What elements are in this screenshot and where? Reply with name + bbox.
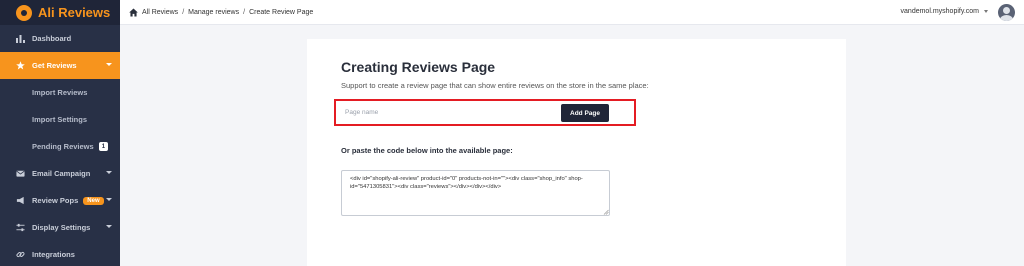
page-name-input[interactable] [341, 104, 557, 121]
sidebar-item-label: Integrations [32, 250, 75, 259]
sidebar-item-label: Pending Reviews [32, 142, 94, 151]
sidebar-item-get-reviews[interactable]: Get Reviews [0, 52, 120, 79]
sidebar-item-label: Import Settings [32, 115, 88, 124]
envelope-icon [16, 169, 25, 178]
sidebar-item-integrations[interactable]: Integrations [0, 241, 120, 266]
breadcrumb-current-page: Create Review Page [249, 8, 314, 16]
chevron-down-icon [106, 225, 112, 228]
megaphone-icon [16, 196, 25, 205]
sidebar-item-label: Review Pops [32, 196, 79, 205]
chevron-down-icon [106, 198, 112, 201]
chevron-down-icon [106, 63, 112, 66]
sidebar-item-email-campaign[interactable]: Email Campaign [0, 160, 120, 187]
avatar[interactable] [998, 4, 1015, 21]
home-icon[interactable] [129, 7, 138, 17]
breadcrumb-separator: / [243, 8, 246, 16]
chevron-down-icon [984, 10, 988, 13]
create-review-page-card: Creating Reviews Page Support to create … [307, 39, 846, 266]
sidebar-item-label: Email Campaign [32, 169, 91, 178]
paste-code-label: Or paste the code below into the availab… [341, 146, 513, 155]
sidebar-item-label: Display Settings [32, 223, 91, 232]
page-description: Support to create a review page that can… [341, 81, 649, 90]
resize-handle-icon[interactable] [603, 209, 609, 215]
embed-code-textarea[interactable]: <div id="shopify-ali-review" product-id=… [341, 170, 610, 216]
breadcrumb-manage-reviews[interactable]: Manage reviews [188, 9, 239, 16]
account-menu[interactable]: vandemol.myshopify.com [901, 8, 988, 15]
breadcrumb: All Reviews / Manage reviews / Create Re… [129, 7, 314, 17]
sidebar-item-import-settings[interactable]: Import Settings [0, 106, 120, 133]
breadcrumb-separator: / [182, 8, 185, 16]
link-icon [16, 250, 25, 259]
top-bar: All Reviews / Manage reviews / Create Re… [120, 0, 1024, 25]
sidebar-item-label: Dashboard [32, 34, 72, 43]
add-page-button[interactable]: Add Page [561, 104, 609, 122]
star-icon [16, 61, 25, 70]
ali-reviews-logo-icon [16, 4, 32, 21]
sidebar: Ali Reviews Dashboard Get Reviews Import… [0, 0, 120, 266]
sidebar-item-import-reviews[interactable]: Import Reviews [0, 79, 120, 106]
sidebar-item-review-pops[interactable]: Review Pops New [0, 187, 120, 214]
sidebar-item-label: Import Reviews [32, 88, 88, 97]
breadcrumb-all-reviews[interactable]: All Reviews [142, 9, 178, 16]
bar-chart-icon [16, 34, 25, 43]
sidebar-item-label: Get Reviews [32, 61, 77, 70]
page-title: Creating Reviews Page [341, 59, 496, 75]
chevron-down-icon [106, 171, 112, 174]
sidebar-item-display-settings[interactable]: Display Settings [0, 214, 120, 241]
sidebar-item-pending-reviews[interactable]: Pending Reviews 1 [0, 133, 120, 160]
sidebar-item-dashboard[interactable]: Dashboard [0, 25, 120, 52]
new-badge: New [83, 196, 104, 205]
sliders-icon [16, 223, 25, 232]
logo[interactable]: Ali Reviews [0, 0, 120, 25]
app-name: Ali Reviews [38, 5, 111, 20]
sidebar-nav: Dashboard Get Reviews Import Reviews Imp… [0, 25, 120, 266]
store-domain: vandemol.myshopify.com [900, 8, 979, 15]
pending-count-badge: 1 [98, 142, 109, 151]
